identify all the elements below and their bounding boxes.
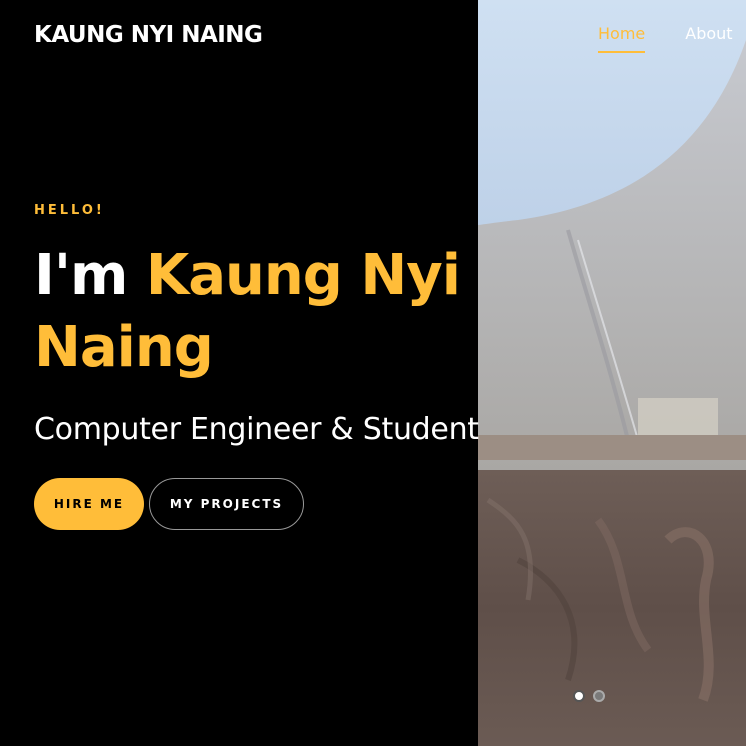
my-projects-button[interactable]: MY PROJECTS bbox=[149, 478, 304, 530]
nav-item-home[interactable]: Home bbox=[598, 24, 646, 53]
carousel-dots bbox=[573, 690, 605, 702]
headline-prefix: I'm bbox=[34, 243, 146, 308]
main-nav: Home About bbox=[598, 24, 733, 53]
site-brand-logo[interactable]: KAUNG NYI NAING bbox=[34, 22, 263, 48]
carousel-dot-1[interactable] bbox=[573, 690, 585, 702]
nav-item-about[interactable]: About bbox=[685, 24, 732, 49]
carousel-dot-2[interactable] bbox=[593, 690, 605, 702]
hero-greeting: HELLO! bbox=[34, 203, 105, 218]
hire-me-button[interactable]: HIRE ME bbox=[34, 478, 144, 530]
hero-headline: I'm Kaung Nyi Naing bbox=[34, 240, 484, 384]
hero-subtitle: Computer Engineer & Student bbox=[34, 412, 479, 447]
hero-photo bbox=[478, 0, 746, 746]
statue-photo-image bbox=[478, 0, 746, 746]
